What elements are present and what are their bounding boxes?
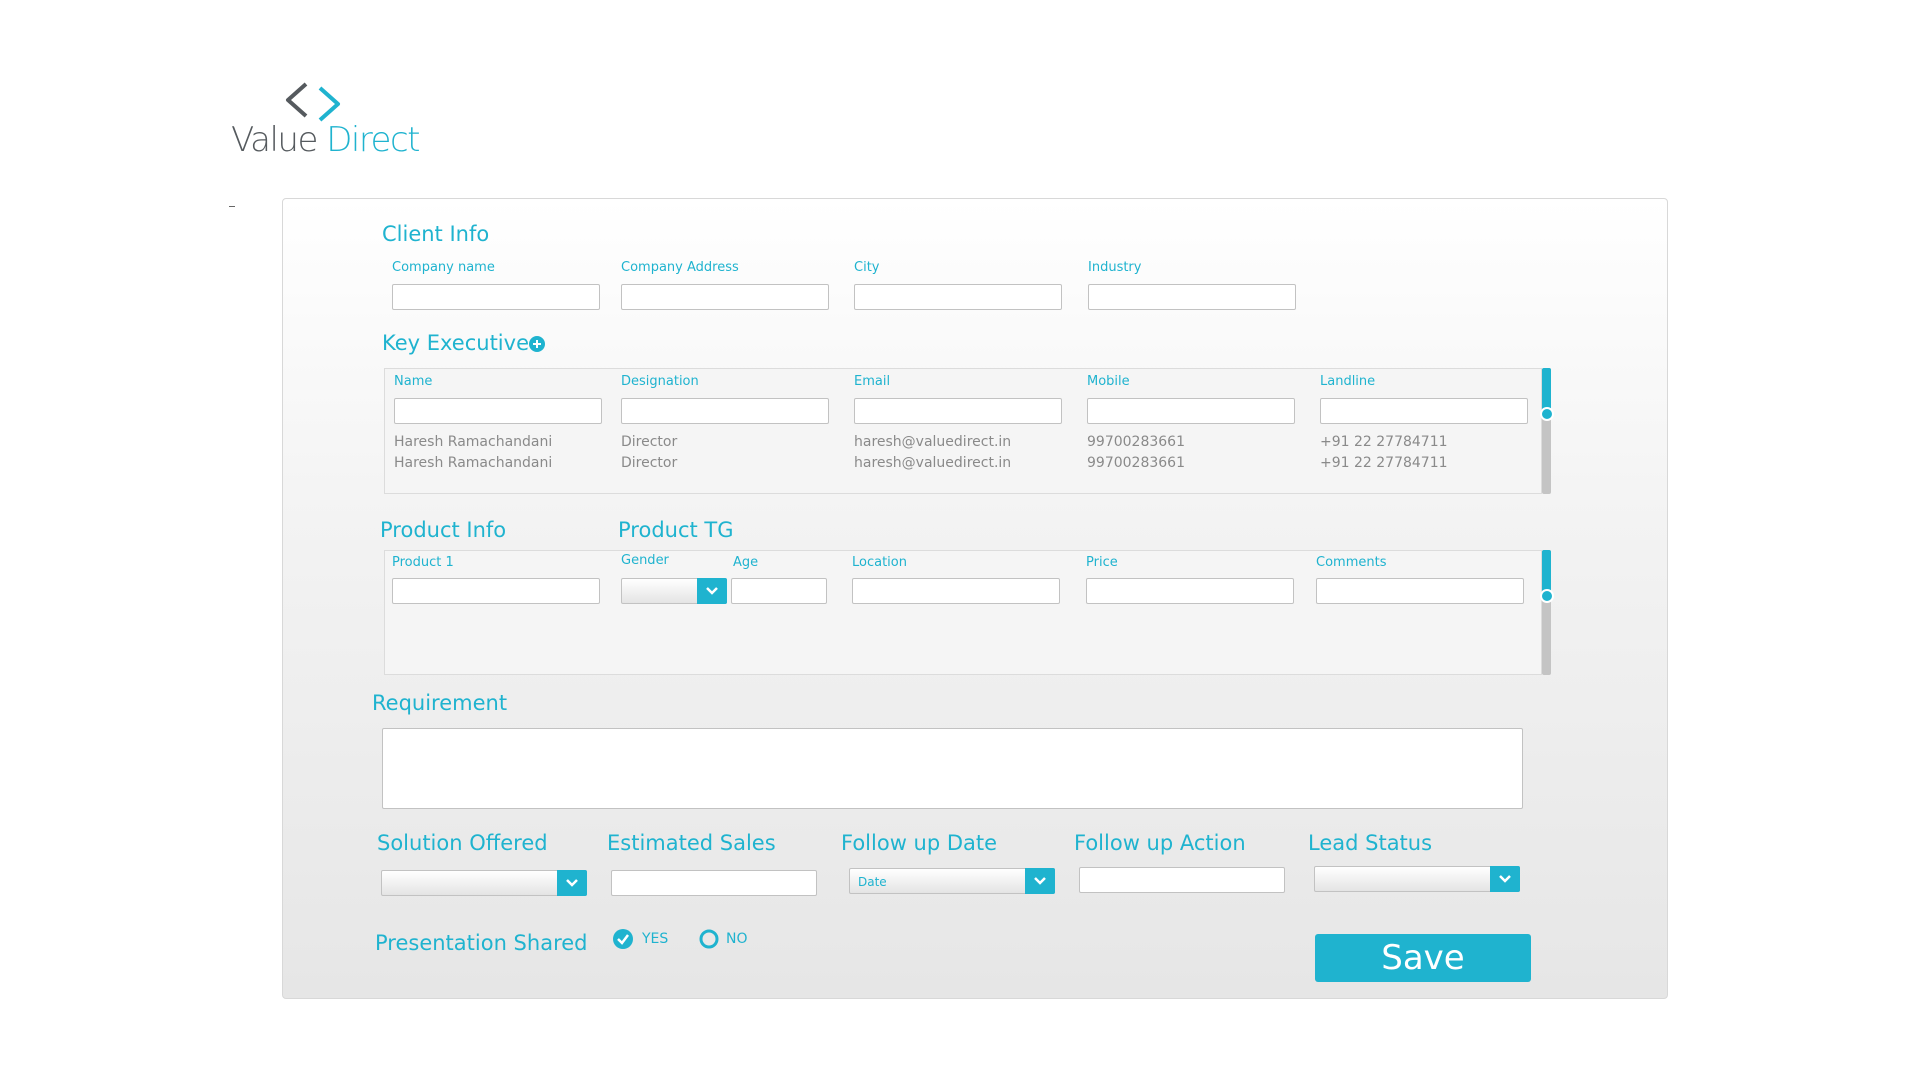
follow-up-date-label: Follow up Date (841, 831, 998, 855)
exec-name-input[interactable] (394, 398, 602, 424)
requirement-title: Requirement (372, 691, 508, 715)
age-label: Age (733, 555, 759, 570)
logo-chevrons-icon (282, 80, 346, 124)
exec-designation-input[interactable] (621, 398, 829, 424)
no-option-label[interactable]: NO (726, 931, 748, 947)
row-landline: +91 22 27784711 (1320, 434, 1448, 450)
gender-select[interactable] (621, 578, 727, 604)
industry-input[interactable] (1088, 284, 1296, 310)
col-landline-label: Landline (1320, 374, 1376, 389)
product-tg-title: Product TG (618, 518, 734, 542)
key-executive-scroll-handle[interactable] (1540, 407, 1554, 421)
col-email-label: Email (854, 374, 891, 389)
presentation-shared-label: Presentation Shared (375, 931, 588, 955)
industry-label: Industry (1088, 260, 1142, 275)
product-info-title: Product Info (380, 518, 507, 542)
lead-status-select[interactable] (1314, 866, 1520, 892)
brand-logo: Value Direct (231, 120, 420, 160)
brand-word-1: Value (231, 120, 318, 160)
calendar-chevron-down-icon[interactable] (1025, 868, 1055, 894)
estimated-sales-input[interactable] (611, 870, 817, 896)
city-input[interactable] (854, 284, 1062, 310)
check-circle-icon[interactable] (613, 929, 633, 949)
age-input[interactable] (731, 578, 827, 604)
product-1-label: Product 1 (392, 555, 454, 570)
chevron-down-icon[interactable] (557, 870, 587, 896)
client-info-title: Client Info (382, 222, 490, 246)
chevron-down-icon[interactable] (697, 578, 727, 604)
comments-input[interactable] (1316, 578, 1524, 604)
col-mobile-label: Mobile (1087, 374, 1130, 389)
follow-up-date-value: Date (858, 875, 887, 889)
col-name-label: Name (394, 374, 433, 389)
exec-landline-input[interactable] (1320, 398, 1528, 424)
lead-status-label: Lead Status (1308, 831, 1433, 855)
row-designation: Director (621, 455, 678, 471)
gender-label: Gender (621, 553, 669, 568)
price-input[interactable] (1086, 578, 1294, 604)
save-button[interactable]: Save (1315, 934, 1531, 982)
add-circle-icon[interactable] (529, 336, 545, 352)
price-label: Price (1086, 555, 1118, 570)
city-label: City (854, 260, 880, 275)
company-address-label: Company Address (621, 260, 739, 275)
exec-email-input[interactable] (854, 398, 1062, 424)
col-designation-label: Designation (621, 374, 699, 389)
radio-empty-icon[interactable] (699, 929, 719, 949)
row-email: haresh@valuedirect.in (854, 455, 1012, 471)
estimated-sales-label: Estimated Sales (607, 831, 776, 855)
row-email: haresh@valuedirect.in (854, 434, 1012, 450)
row-name: Haresh Ramachandani (394, 434, 553, 450)
company-name-input[interactable] (392, 284, 600, 310)
product-1-input[interactable] (392, 578, 600, 604)
company-address-input[interactable] (621, 284, 829, 310)
brand-word-2: Direct (326, 120, 420, 160)
location-label: Location (852, 555, 907, 570)
yes-option-label[interactable]: YES (642, 931, 668, 947)
exec-mobile-input[interactable] (1087, 398, 1295, 424)
row-landline: +91 22 27784711 (1320, 455, 1448, 471)
row-mobile: 99700283661 (1087, 434, 1185, 450)
requirement-textarea[interactable] (382, 728, 1523, 809)
follow-up-action-label: Follow up Action (1074, 831, 1246, 855)
divider (229, 206, 235, 207)
solution-offered-select[interactable] (381, 870, 587, 896)
row-designation: Director (621, 434, 678, 450)
location-input[interactable] (852, 578, 1060, 604)
row-mobile: 99700283661 (1087, 455, 1185, 471)
row-name: Haresh Ramachandani (394, 455, 553, 471)
comments-label: Comments (1316, 555, 1387, 570)
follow-up-date-select[interactable]: Date (849, 868, 1055, 894)
key-executive-title: Key Executive (382, 331, 529, 355)
chevron-down-icon[interactable] (1490, 866, 1520, 892)
solution-offered-label: Solution Offered (377, 831, 548, 855)
product-scroll-handle[interactable] (1540, 589, 1554, 603)
company-name-label: Company name (392, 260, 495, 275)
follow-up-action-input[interactable] (1079, 867, 1285, 893)
